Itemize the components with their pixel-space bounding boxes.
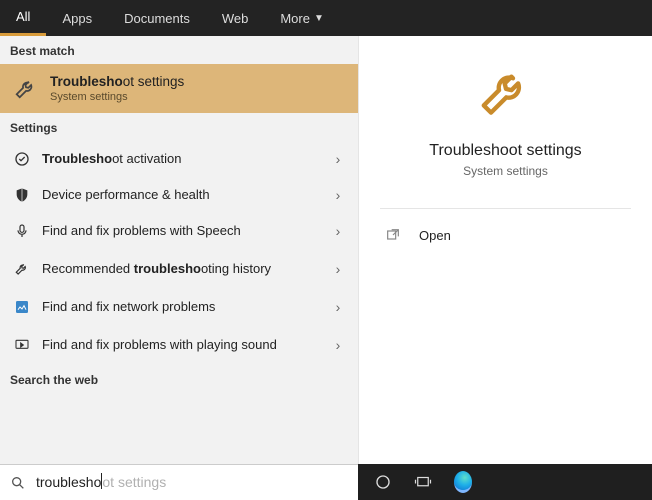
cortana-icon[interactable]	[374, 473, 392, 491]
item-activation[interactable]: Troubleshoot activation ›	[0, 141, 358, 177]
preview-sub: System settings	[463, 164, 548, 178]
open-label: Open	[419, 228, 451, 243]
chevron-right-icon: ›	[330, 299, 346, 315]
check-circle-icon	[12, 149, 32, 169]
chevron-right-icon: ›	[330, 223, 346, 239]
microphone-icon	[12, 221, 32, 241]
item-sound[interactable]: Find and fix problems with playing sound…	[0, 325, 358, 365]
item-device-health-label: Device performance & health	[42, 187, 320, 204]
network-icon	[12, 297, 32, 317]
tab-apps[interactable]: Apps	[46, 0, 108, 36]
header-best-match: Best match	[0, 36, 358, 64]
sound-icon	[12, 335, 32, 355]
item-recommended[interactable]: Recommended troubleshooting history ›	[0, 249, 358, 289]
chevron-right-icon: ›	[330, 187, 346, 203]
item-speech-label: Find and fix problems with Speech	[42, 223, 320, 240]
wrench-icon	[12, 259, 32, 279]
item-network-label: Find and fix network problems	[42, 299, 320, 316]
best-match-row[interactable]: Troubleshoot settings System settings	[0, 64, 358, 113]
tab-more[interactable]: More ▼	[264, 0, 340, 36]
best-match-title: Troubleshoot settings	[50, 74, 184, 89]
wrench-icon	[12, 75, 40, 103]
item-device-health[interactable]: Device performance & health ›	[0, 177, 358, 213]
open-action[interactable]: Open	[359, 223, 652, 247]
task-view-icon[interactable]	[414, 473, 432, 491]
chevron-right-icon: ›	[330, 151, 346, 167]
main-area: Best match Troubleshoot settings System …	[0, 36, 652, 464]
wrench-icon-large	[475, 62, 537, 124]
shield-icon	[12, 185, 32, 205]
preview-title: Troubleshoot settings	[429, 142, 581, 160]
open-icon	[385, 227, 403, 243]
chevron-down-icon: ▼	[314, 13, 324, 24]
tab-documents[interactable]: Documents	[108, 0, 206, 36]
top-tabs: All Apps Documents Web More ▼	[0, 0, 652, 36]
best-match-text: Troubleshoot settings System settings	[50, 74, 184, 103]
item-speech[interactable]: Find and fix problems with Speech ›	[0, 213, 358, 249]
item-recommended-label: Recommended troubleshooting history	[42, 261, 320, 278]
search-text: troubleshoot settings	[36, 473, 166, 492]
chevron-right-icon: ›	[330, 261, 346, 277]
preview-pane: Troubleshoot settings System settings Op…	[358, 36, 652, 464]
results-list: Best match Troubleshoot settings System …	[0, 36, 358, 464]
tab-web[interactable]: Web	[206, 0, 265, 36]
header-settings: Settings	[0, 113, 358, 141]
tab-more-label: More	[280, 11, 310, 26]
item-network[interactable]: Find and fix network problems ›	[0, 289, 358, 325]
header-search-web: Search the web	[0, 365, 358, 393]
best-match-sub: System settings	[50, 91, 184, 103]
bottom-bar: troubleshoot settings	[0, 464, 652, 500]
edge-icon[interactable]	[454, 473, 472, 491]
chevron-right-icon: ›	[330, 337, 346, 353]
search-input[interactable]: troubleshoot settings	[0, 464, 358, 500]
taskbar	[358, 464, 652, 500]
divider	[380, 208, 632, 209]
tab-all[interactable]: All	[0, 0, 46, 36]
item-sound-label: Find and fix problems with playing sound	[42, 337, 320, 354]
item-activation-label: Troubleshoot activation	[42, 151, 320, 168]
search-icon	[10, 475, 26, 491]
